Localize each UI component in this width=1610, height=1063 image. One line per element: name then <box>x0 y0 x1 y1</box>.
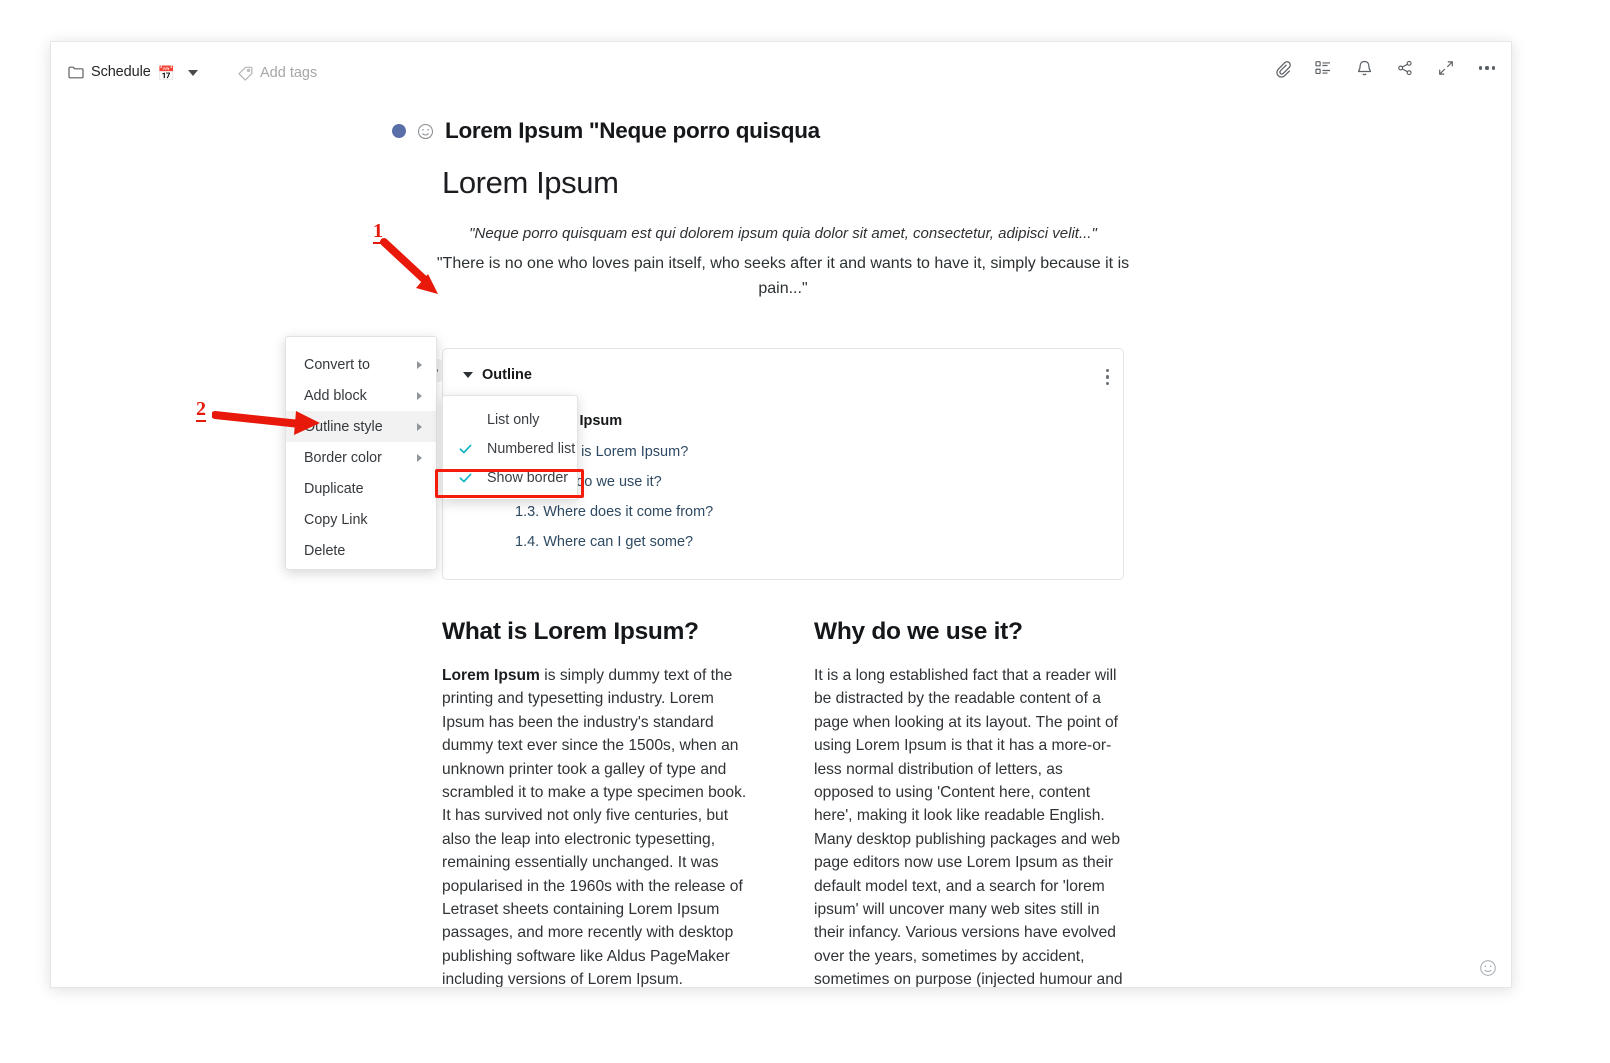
outline-style-submenu: List only Numbered list Show border <box>442 395 578 500</box>
collapse-triangle-icon[interactable] <box>463 372 473 378</box>
context-menu-item-delete[interactable]: Delete <box>286 535 436 566</box>
chevron-down-icon[interactable] <box>188 70 199 76</box>
submenu-item-label: List only <box>487 411 540 428</box>
more-dots <box>1479 58 1495 78</box>
submenu-item-list-only[interactable]: List only <box>443 405 577 434</box>
context-menu-item-label: Duplicate <box>304 480 364 497</box>
blocks-icon[interactable] <box>1313 58 1333 78</box>
annotation-arrow-2 <box>211 405 324 444</box>
context-menu-item-duplicate[interactable]: Duplicate <box>286 473 436 504</box>
content-column-left: What is Lorem Ipsum? Lorem Ipsum is simp… <box>442 618 752 988</box>
outline-header[interactable]: Outline <box>463 367 532 383</box>
top-actions <box>1272 58 1497 78</box>
content-column-right: Why do we use it? It is a long establish… <box>814 618 1124 988</box>
context-menu-item-label: Copy Link <box>304 511 368 528</box>
document-body: Lorem Ipsum "Neque porro quisqua Lorem I… <box>51 110 1511 988</box>
column-paragraph: It is a long established fact that a rea… <box>814 664 1124 988</box>
quote-italic: "Neque porro quisquam est qui dolorem ip… <box>469 225 1097 242</box>
calendar-emoji-icon: 📅 <box>157 65 176 81</box>
context-menu-item-convert-to[interactable]: Convert to <box>286 349 436 380</box>
outline-item[interactable]: 1.3. Where does it come from? <box>515 504 713 520</box>
attachment-icon[interactable] <box>1272 58 1292 78</box>
check-icon <box>458 470 473 485</box>
page-title: Lorem Ipsum "Neque porro quisqua <box>445 118 820 143</box>
add-tags-label: Add tags <box>260 65 318 81</box>
outline-block-menu-button[interactable] <box>1104 367 1111 387</box>
column-body-text: It is a long established fact that a rea… <box>814 667 1123 988</box>
outline-item[interactable]: 1.4. Where can I get some? <box>515 534 693 550</box>
quote-plain: "There is no one who loves pain itself, … <box>436 255 1130 297</box>
expand-icon[interactable] <box>1436 58 1456 78</box>
context-menu-item-label: Add block <box>304 387 367 404</box>
column-heading: What is Lorem Ipsum? <box>442 618 699 645</box>
annotation-arrow-1 <box>380 238 450 313</box>
folder-icon <box>68 65 84 79</box>
context-menu-item-border-color[interactable]: Border color <box>286 442 436 473</box>
tag-icon <box>238 66 253 81</box>
submenu-item-show-border[interactable]: Show border <box>443 463 577 492</box>
outline-header-label: Outline <box>482 367 532 383</box>
app-window: Schedule 📅 Add tags Lorem Ipsum "Neque p… <box>50 41 1512 988</box>
column-heading: Why do we use it? <box>814 618 1023 645</box>
annotation-number-2: 2 <box>196 398 206 422</box>
document-heading: Lorem Ipsum <box>442 165 619 200</box>
add-tags-button[interactable]: Add tags <box>238 65 317 81</box>
column-body-text: is simply dummy text of the printing and… <box>442 667 747 988</box>
column-lead-text: Lorem Ipsum <box>442 667 540 684</box>
chevron-right-icon <box>417 391 422 400</box>
smiley-face-icon[interactable] <box>417 123 434 140</box>
annotation-number-1: 1 <box>373 220 383 244</box>
context-menu-item-label: Border color <box>304 449 382 466</box>
context-menu-item-label: Convert to <box>304 356 370 373</box>
top-bar: Schedule 📅 Add tags <box>51 42 1511 110</box>
screenshot-root: Schedule 📅 Add tags Lorem Ipsum "Neque p… <box>0 0 1610 1063</box>
more-options-icon[interactable] <box>1477 58 1497 78</box>
submenu-item-label: Numbered list <box>487 440 576 457</box>
check-icon <box>458 441 473 456</box>
emoji-reaction-icon[interactable] <box>1479 959 1497 977</box>
context-menu-item-label: Delete <box>304 542 346 559</box>
breadcrumb-folder-label: Schedule <box>91 64 151 80</box>
column-paragraph: Lorem Ipsum is simply dummy text of the … <box>442 664 752 988</box>
context-menu-item-copy-link[interactable]: Copy Link <box>286 504 436 535</box>
chevron-right-icon <box>417 422 422 431</box>
notifications-icon[interactable] <box>1354 58 1374 78</box>
chevron-right-icon <box>417 360 422 369</box>
document-title-row: Lorem Ipsum "Neque porro quisqua <box>392 118 820 144</box>
context-menu: Convert to Add block Outline style Borde… <box>285 336 437 570</box>
share-icon[interactable] <box>1395 58 1415 78</box>
status-dot-icon[interactable] <box>392 124 406 138</box>
chevron-right-icon <box>417 453 422 462</box>
submenu-item-numbered-list[interactable]: Numbered list <box>443 434 577 463</box>
submenu-item-label: Show border <box>487 469 569 486</box>
breadcrumb[interactable]: Schedule 📅 <box>68 64 199 81</box>
